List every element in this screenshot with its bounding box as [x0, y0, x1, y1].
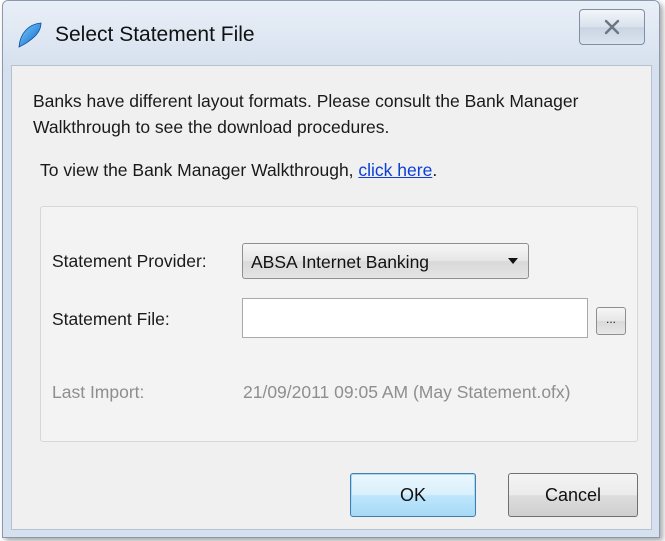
last-import-value: 21/09/2011 09:05 AM (May Statement.ofx): [243, 382, 571, 402]
window-title: Select Statement File: [55, 23, 255, 46]
statement-provider-value: ABSA Internet Banking: [251, 252, 430, 272]
click-here-link[interactable]: click here: [358, 160, 432, 180]
walkthrough-prefix: To view the Bank Manager Walkthrough,: [40, 160, 359, 180]
chevron-down-icon: [508, 258, 518, 264]
app-logo-icon: [18, 22, 42, 48]
statement-file-label: Statement File:: [52, 309, 170, 329]
cancel-button[interactable]: Cancel: [508, 473, 638, 517]
title-bar[interactable]: Select Statement File: [3, 1, 659, 71]
intro-text: Banks have different layout formats. Ple…: [33, 91, 579, 137]
last-import-label: Last Import:: [52, 382, 145, 402]
close-icon: [604, 19, 620, 35]
statement-provider-label: Statement Provider:: [52, 251, 207, 271]
ok-button[interactable]: OK: [350, 473, 476, 517]
browse-button[interactable]: ...: [596, 307, 626, 335]
statement-provider-select[interactable]: ABSA Internet Banking: [242, 243, 529, 279]
walkthrough-suffix: .: [432, 160, 438, 180]
close-button[interactable]: [579, 9, 645, 45]
walkthrough-line: To view the Bank Manager Walkthrough, cl…: [40, 160, 437, 181]
statement-file-input[interactable]: [242, 298, 588, 338]
